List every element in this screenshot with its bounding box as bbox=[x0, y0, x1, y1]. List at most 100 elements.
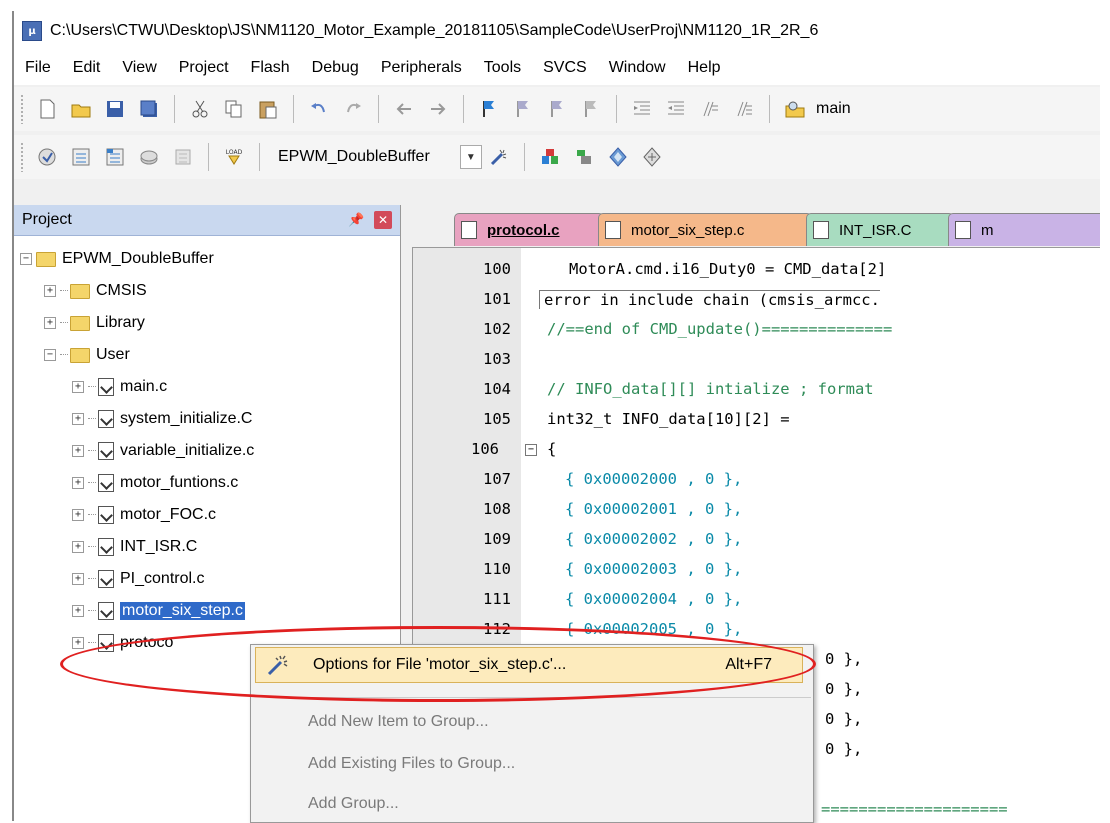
toolbar-grip[interactable] bbox=[20, 94, 24, 124]
code-line[interactable]: 103 bbox=[413, 344, 547, 374]
tree-file-motor-foc[interactable]: + motor_FOC.c bbox=[72, 500, 216, 530]
menu-file[interactable]: File bbox=[14, 59, 62, 77]
batch-build-icon[interactable] bbox=[136, 144, 162, 170]
forward-icon[interactable] bbox=[425, 96, 451, 122]
tree-file-int-isr[interactable]: + INT_ISR.C bbox=[72, 532, 197, 562]
collapse-icon[interactable]: − bbox=[44, 349, 56, 361]
next-bookmark-icon[interactable] bbox=[544, 96, 570, 122]
menu-item-add-new-item[interactable]: Add New Item to Group... bbox=[251, 705, 813, 739]
code-line[interactable]: 107 { 0x00002000 , 0 }, bbox=[413, 464, 742, 494]
tree-group-library[interactable]: + Library bbox=[44, 308, 145, 338]
tab-truncated[interactable]: m bbox=[948, 213, 1100, 246]
tree-root[interactable]: − EPWM_DoubleBuffer bbox=[20, 244, 214, 274]
code-line[interactable]: 102 //==end of CMD_update()============== bbox=[413, 314, 892, 344]
tab-protocol-c[interactable]: protocol.c bbox=[454, 213, 604, 246]
menu-view[interactable]: View bbox=[111, 59, 167, 77]
bookmark-icon[interactable] bbox=[476, 96, 502, 122]
tree-file-pi-control[interactable]: + PI_control.c bbox=[72, 564, 204, 594]
target-select[interactable]: EPWM_DoubleBuffer ▼ bbox=[278, 145, 482, 169]
menu-item-add-existing-files[interactable]: Add Existing Files to Group... bbox=[251, 747, 813, 781]
expand-icon[interactable]: + bbox=[72, 605, 84, 617]
tree-file-motor-funtions[interactable]: + motor_funtions.c bbox=[72, 468, 238, 498]
new-file-icon[interactable] bbox=[34, 96, 60, 122]
tree-file-protocol[interactable]: + protoco bbox=[72, 628, 173, 658]
menu-item-add-group[interactable]: Add Group... bbox=[251, 787, 813, 821]
expand-icon[interactable]: + bbox=[72, 541, 84, 553]
chevron-down-icon[interactable]: ▼ bbox=[459, 145, 482, 169]
tree-file-main[interactable]: + main.c bbox=[72, 372, 167, 402]
code-text: { 0x00002003 , 0 }, bbox=[565, 560, 743, 578]
menu-tools[interactable]: Tools bbox=[473, 59, 532, 77]
fold-collapse-icon[interactable]: − bbox=[525, 444, 537, 456]
expand-icon[interactable]: + bbox=[44, 317, 56, 329]
menu-flash[interactable]: Flash bbox=[240, 59, 301, 77]
tree-group-user[interactable]: − User bbox=[44, 340, 130, 370]
back-icon[interactable] bbox=[391, 96, 417, 122]
undo-icon[interactable] bbox=[306, 96, 332, 122]
tab-int-isr-c[interactable]: INT_ISR.C bbox=[806, 213, 954, 246]
expand-icon[interactable]: + bbox=[72, 477, 84, 489]
indent-icon[interactable] bbox=[629, 96, 655, 122]
code-line[interactable]: 111 { 0x00002004 , 0 }, bbox=[413, 584, 742, 614]
manage-project-items-icon[interactable] bbox=[537, 144, 563, 170]
collapse-icon[interactable]: − bbox=[20, 253, 32, 265]
save-all-icon[interactable] bbox=[136, 96, 162, 122]
expand-icon[interactable]: + bbox=[72, 445, 84, 457]
close-icon[interactable]: ✕ bbox=[374, 211, 392, 229]
app-icon: μ bbox=[22, 21, 42, 41]
target-options-icon[interactable] bbox=[486, 144, 512, 170]
clear-bookmarks-icon[interactable] bbox=[578, 96, 604, 122]
expand-icon[interactable]: + bbox=[72, 509, 84, 521]
expand-icon[interactable]: + bbox=[72, 573, 84, 585]
code-line[interactable]: 105 int32_t INFO_data[10][2] = bbox=[413, 404, 790, 434]
save-icon[interactable] bbox=[102, 96, 128, 122]
cut-icon[interactable] bbox=[187, 96, 213, 122]
menu-debug[interactable]: Debug bbox=[301, 59, 370, 77]
expand-icon[interactable]: + bbox=[72, 637, 84, 649]
paste-icon[interactable] bbox=[255, 96, 281, 122]
toolbar-grip[interactable] bbox=[20, 142, 24, 172]
code-line[interactable]: 101 error in include chain (cmsis_armcc. bbox=[413, 284, 880, 314]
menu-window[interactable]: Window bbox=[598, 59, 677, 77]
menu-item-options-for-file[interactable]: Options for File 'motor_six_step.c'... A… bbox=[255, 647, 803, 683]
tree-file-system-initialize[interactable]: + system_initialize.C bbox=[72, 404, 252, 434]
code-line[interactable]: 109 { 0x00002002 , 0 }, bbox=[413, 524, 742, 554]
code-line[interactable]: 110 { 0x00002003 , 0 }, bbox=[413, 554, 742, 584]
comment-icon[interactable] bbox=[697, 96, 723, 122]
expand-icon[interactable]: + bbox=[44, 285, 56, 297]
c-file-icon bbox=[461, 221, 477, 239]
code-line[interactable]: 100 MotorA.cmd.i16_Duty0 = CMD_data[2] bbox=[413, 254, 886, 284]
uncomment-icon[interactable] bbox=[731, 96, 757, 122]
build-icon[interactable] bbox=[68, 144, 94, 170]
code-line[interactable]: 112 { 0x00002005 , 0 }, bbox=[413, 614, 742, 644]
menu-edit[interactable]: Edit bbox=[62, 59, 112, 77]
menu-peripherals[interactable]: Peripherals bbox=[370, 59, 473, 77]
line-number: 107 bbox=[483, 470, 511, 488]
copy-icon[interactable] bbox=[221, 96, 247, 122]
menu-help[interactable]: Help bbox=[677, 59, 732, 77]
tree-group-cmsis[interactable]: + CMSIS bbox=[44, 276, 147, 306]
open-folder-icon[interactable] bbox=[68, 96, 94, 122]
load-flash-icon[interactable]: LOAD bbox=[221, 144, 247, 170]
manage-rte-icon[interactable] bbox=[605, 144, 631, 170]
expand-icon[interactable]: + bbox=[72, 381, 84, 393]
code-line[interactable]: 108 { 0x00002001 , 0 }, bbox=[413, 494, 742, 524]
stop-build-icon[interactable] bbox=[170, 144, 196, 170]
tree-file-variable-initialize[interactable]: + variable_initialize.c bbox=[72, 436, 254, 466]
menu-svcs[interactable]: SVCS bbox=[532, 59, 598, 77]
tree-file-motor-six-step[interactable]: + motor_six_step.c bbox=[72, 596, 245, 626]
translate-icon[interactable] bbox=[34, 144, 60, 170]
menu-project[interactable]: Project bbox=[168, 59, 240, 77]
expand-icon[interactable]: + bbox=[72, 413, 84, 425]
prev-bookmark-icon[interactable] bbox=[510, 96, 536, 122]
select-packs-icon[interactable] bbox=[571, 144, 597, 170]
tab-motor-six-step-c[interactable]: motor_six_step.c bbox=[598, 213, 812, 246]
pin-icon[interactable]: 📌 bbox=[348, 212, 364, 228]
redo-icon[interactable] bbox=[340, 96, 366, 122]
code-line[interactable]: 104 // INFO_data[][] intialize ; format bbox=[413, 374, 874, 404]
find-in-files-icon[interactable] bbox=[782, 96, 808, 122]
find-combo-text[interactable]: main bbox=[812, 100, 855, 118]
pack-installer-icon[interactable] bbox=[639, 144, 665, 170]
unindent-icon[interactable] bbox=[663, 96, 689, 122]
rebuild-icon[interactable] bbox=[102, 144, 128, 170]
